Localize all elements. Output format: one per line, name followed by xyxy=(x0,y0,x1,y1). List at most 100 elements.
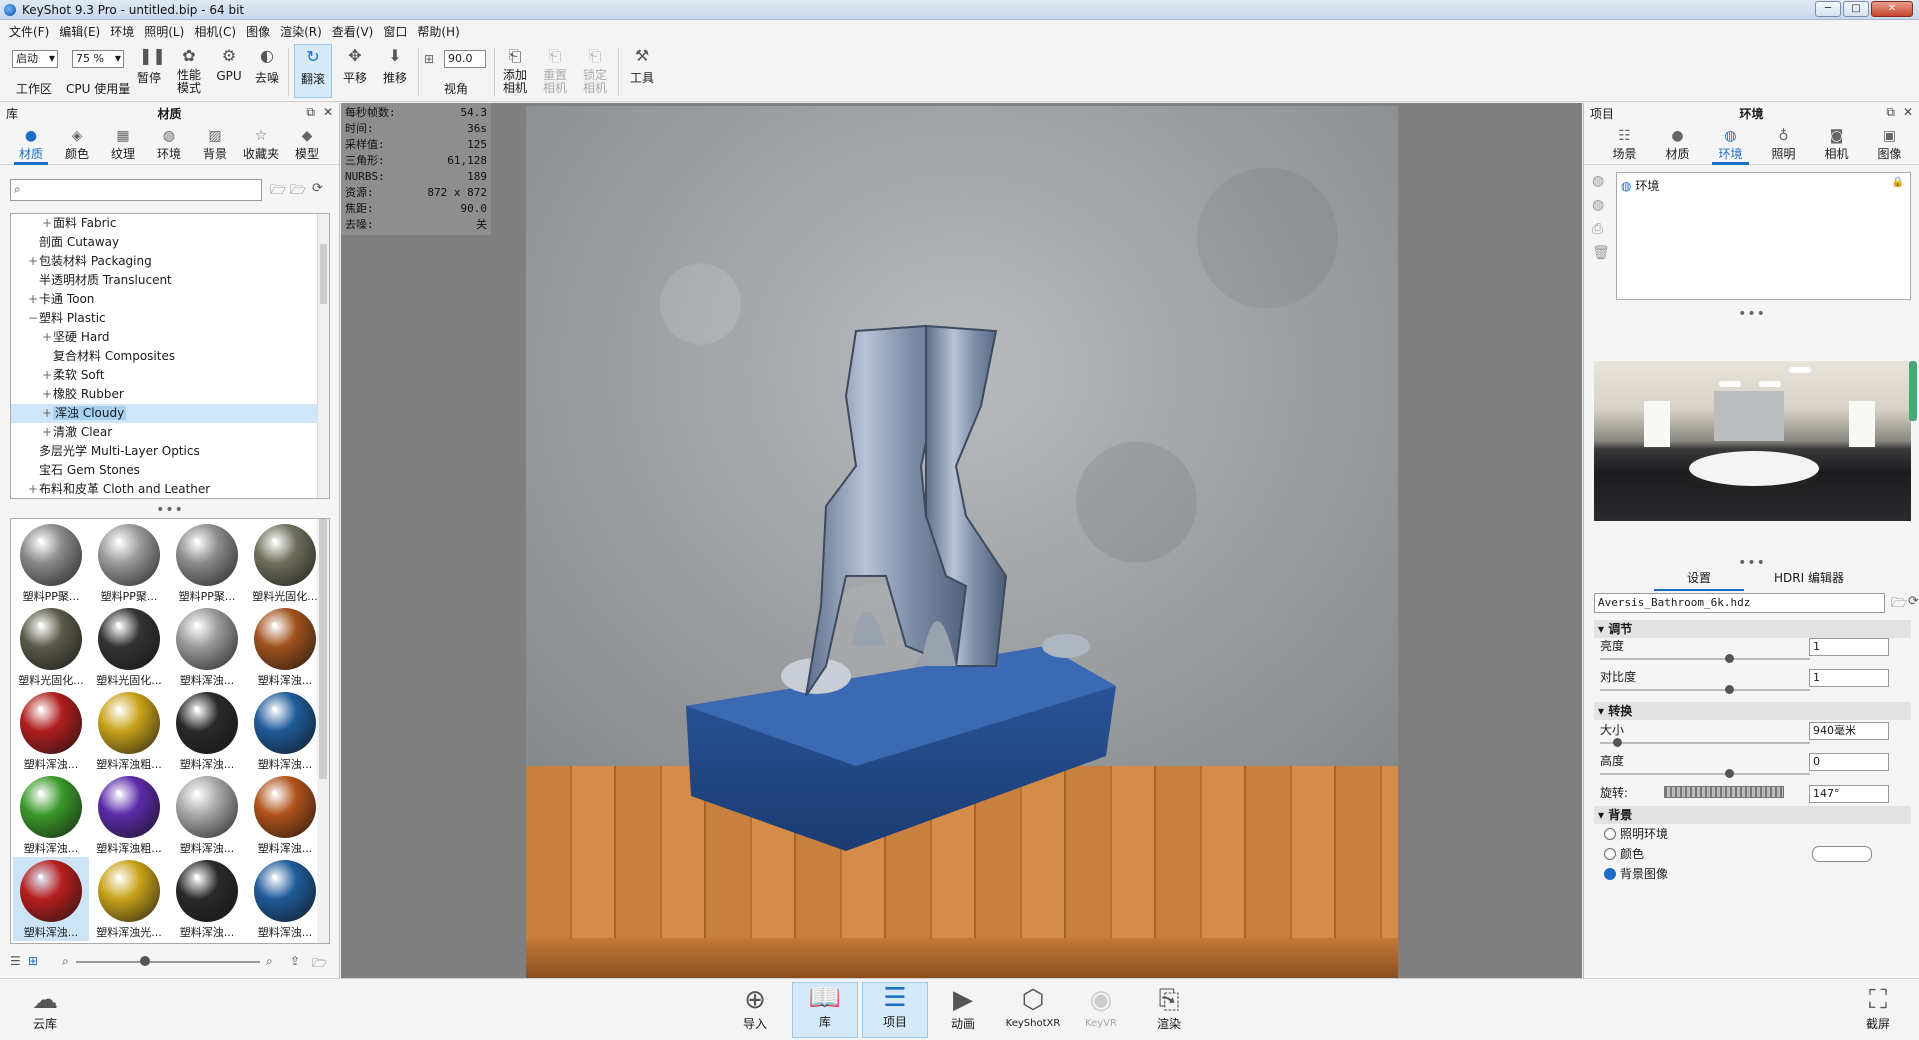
pause-button[interactable]: ❚❚ 暂停 xyxy=(136,46,166,86)
expand-icon[interactable]: + xyxy=(41,214,53,233)
tab-environments[interactable]: ◍ 环境 xyxy=(146,123,192,164)
tree-scrollbar[interactable] xyxy=(317,214,329,498)
reset-camera-button[interactable]: ⎗ 重置 相机 xyxy=(540,46,570,95)
menu-lighting[interactable]: 照明(L) xyxy=(139,23,189,40)
menu-camera[interactable]: 相机(C) xyxy=(189,23,241,40)
environment-list-item[interactable]: ◍ 环境 xyxy=(1621,177,1659,194)
expand-icon[interactable]: + xyxy=(41,404,53,423)
tab-favorites[interactable]: ☆ 收藏夹 xyxy=(238,123,284,164)
refresh-icon[interactable]: ⟳ xyxy=(312,181,323,196)
contrast-knob[interactable] xyxy=(1725,685,1734,694)
menu-image[interactable]: 图像 xyxy=(241,23,275,40)
material-thumbnail[interactable]: 塑料浑浊... xyxy=(13,857,89,941)
material-thumbnail[interactable]: 塑料PP聚... xyxy=(91,521,167,605)
expand-icon[interactable]: + xyxy=(27,252,39,271)
brightness-input[interactable]: 1 xyxy=(1809,638,1889,656)
cloud-library-button[interactable]: ☁ 云库 xyxy=(12,985,78,1032)
close-icon[interactable]: ✕ xyxy=(1903,105,1913,120)
tree-scrollbar-thumb[interactable] xyxy=(320,244,327,304)
radio-background-image[interactable]: 背景图像 xyxy=(1604,865,1668,882)
tree-item[interactable]: 复合材料 Composites xyxy=(11,347,329,366)
contrast-slider[interactable] xyxy=(1600,689,1810,691)
dolly-button[interactable]: ⬇ 推移 xyxy=(380,46,410,86)
menu-view[interactable]: 查看(V) xyxy=(327,23,379,40)
tree-item[interactable]: 宝石 Gem Stones xyxy=(11,461,329,480)
trash-icon[interactable]: 🗑 xyxy=(1592,245,1610,261)
performance-mode-button[interactable]: ✿ 性能 模式 xyxy=(174,46,204,95)
size-knob[interactable] xyxy=(1613,738,1622,747)
denoise-button[interactable]: ◐ 去噪 xyxy=(252,46,282,86)
material-thumbnail[interactable]: 塑料浑浊粗... xyxy=(91,773,167,857)
menu-environment[interactable]: 环境 xyxy=(105,23,139,40)
thumbnail-size-slider[interactable] xyxy=(76,961,260,963)
rotation-input[interactable]: 147° xyxy=(1809,785,1889,803)
project-toggle-button[interactable]: ☰ 项目 xyxy=(862,982,928,1038)
material-thumbnail[interactable]: 塑料PP聚... xyxy=(169,521,245,605)
tab-textures[interactable]: ▦ 纹理 xyxy=(100,123,146,164)
section-adjust[interactable]: ▾ 调节 xyxy=(1594,620,1911,638)
expand-icon[interactable]: + xyxy=(41,328,53,347)
gpu-button[interactable]: ⚙ GPU xyxy=(214,46,244,83)
material-thumbnail[interactable]: 塑料浑浊... xyxy=(169,689,245,773)
material-thumbnail[interactable]: 塑料浑浊... xyxy=(247,773,323,857)
tools-button[interactable]: ⚒ 工具 xyxy=(624,46,660,86)
tree-item[interactable]: + 浑浊 Cloudy xyxy=(11,404,329,423)
menu-help[interactable]: 帮助(H) xyxy=(412,23,464,40)
tab-lighting[interactable]: ♁ 照明 xyxy=(1757,123,1810,164)
size-input[interactable]: 940毫米 xyxy=(1809,722,1889,740)
expand-icon[interactable]: + xyxy=(41,385,53,404)
pan-button[interactable]: ✥ 平移 xyxy=(340,46,370,86)
upload-cloud-icon[interactable]: ⇪ xyxy=(290,954,300,968)
add-camera-button[interactable]: ⎗ 添加 相机 xyxy=(500,46,530,95)
material-thumbnail[interactable]: 塑料浑浊粗... xyxy=(91,689,167,773)
thumbnail-scrollbar[interactable] xyxy=(317,519,329,943)
material-thumbnail[interactable]: 塑料光固化... xyxy=(91,605,167,689)
material-thumbnail[interactable]: 塑料浑浊... xyxy=(247,689,323,773)
thumbnail-size-knob[interactable] xyxy=(140,956,150,966)
tree-item[interactable]: 剖面 Cutaway xyxy=(11,233,329,252)
rotation-dial[interactable] xyxy=(1664,786,1784,798)
grid-view-icon[interactable]: ⊞ xyxy=(28,954,38,968)
tree-item[interactable]: +橡胶 Rubber xyxy=(11,385,329,404)
close-icon[interactable]: ✕ xyxy=(323,105,333,120)
material-thumbnail[interactable]: 塑料浑浊... xyxy=(13,689,89,773)
save-environment-icon[interactable]: ⎙ xyxy=(1592,221,1603,237)
height-slider[interactable] xyxy=(1600,773,1810,775)
screenshot-button[interactable]: ⛶ 截屏 xyxy=(1845,985,1911,1032)
refresh-icon[interactable]: ⟳ xyxy=(1908,594,1919,609)
folder-remove-icon[interactable]: 🗁 xyxy=(290,181,306,203)
import-button[interactable]: ⊕ 导入 xyxy=(722,985,788,1032)
tree-item[interactable]: +卡通 Toon xyxy=(11,290,329,309)
tree-item[interactable]: +坚硬 Hard xyxy=(11,328,329,347)
tab-material[interactable]: ● 材质 xyxy=(1651,123,1704,164)
folder-icon[interactable]: 🗁 xyxy=(312,954,327,975)
radio-color[interactable]: 颜色 xyxy=(1604,845,1644,862)
section-transform[interactable]: ▾ 转换 xyxy=(1594,702,1911,720)
material-thumbnail[interactable]: 塑料浑浊... xyxy=(169,857,245,941)
material-thumbnail[interactable]: 塑料光固化... xyxy=(13,605,89,689)
undock-icon[interactable]: ⧉ xyxy=(306,105,315,120)
material-thumbnail[interactable]: 塑料浑浊... xyxy=(247,605,323,689)
render-image[interactable] xyxy=(526,106,1398,978)
close-button[interactable]: ✕ xyxy=(1871,1,1913,17)
menu-edit[interactable]: 编辑(E) xyxy=(54,23,105,40)
menu-render[interactable]: 渲染(R) xyxy=(275,23,327,40)
tab-backplates[interactable]: ▨ 背景 xyxy=(192,123,238,164)
lock-icon[interactable]: 🔒 xyxy=(1892,177,1904,188)
tab-environment[interactable]: ◍ 环境 xyxy=(1704,123,1757,165)
radio-lighting-environment[interactable]: 照明环境 xyxy=(1604,825,1668,842)
add-environment-icon[interactable]: ◍ xyxy=(1592,173,1604,189)
render-button[interactable]: ⎘ 渲染 xyxy=(1136,985,1202,1032)
splitter-handle[interactable]: ••• xyxy=(0,503,340,517)
hdri-preview[interactable] xyxy=(1594,361,1911,521)
animation-button[interactable]: ▶ 动画 xyxy=(930,985,996,1032)
expand-icon[interactable]: + xyxy=(41,423,53,442)
maximize-button[interactable]: □ xyxy=(1843,1,1869,17)
brightness-slider[interactable] xyxy=(1600,658,1810,660)
keyvr-button[interactable]: ◉ KeyVR xyxy=(1068,985,1134,1029)
expand-icon[interactable]: + xyxy=(27,290,39,309)
keyshotxr-button[interactable]: ⬡ KeyShotXR xyxy=(1000,985,1066,1029)
tab-scene[interactable]: ☷ 场景 xyxy=(1598,123,1651,164)
tab-camera[interactable]: ◙ 相机 xyxy=(1810,123,1863,164)
lock-camera-button[interactable]: ⎗ 锁定 相机 xyxy=(580,46,610,95)
